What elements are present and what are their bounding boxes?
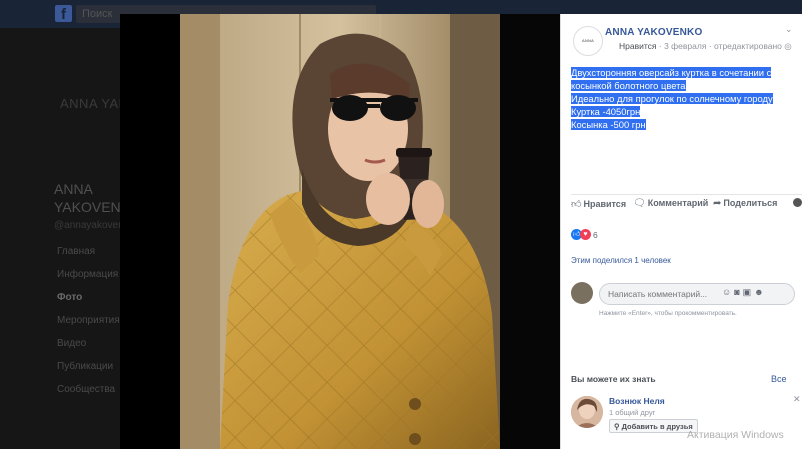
post-edited[interactable]: отредактировано: [714, 41, 782, 51]
comment-button[interactable]: 🗨︎ Комментарий: [633, 198, 708, 209]
share-button-label: Поделиться: [723, 198, 778, 208]
post-meta: Нравится · 3 февраля · отредактировано ◎: [619, 41, 792, 52]
background-nav-item: Сообщества: [57, 384, 116, 395]
share-arrow-icon: ➦: [713, 198, 722, 209]
add-friend-label: Добавить в друзья: [621, 421, 693, 431]
background-nav-item: Фото: [57, 292, 83, 303]
background-nav-item: Главная: [57, 246, 96, 257]
post-text-line: косынкой болотного цвета: [571, 80, 686, 91]
facebook-logo-icon: f: [55, 5, 72, 23]
page-avatar[interactable]: ANNA YAKOVENKO: [573, 26, 603, 71]
background-page-name: ANNA YAKOVENKO: [54, 181, 141, 215]
user-avatar[interactable]: [571, 282, 593, 304]
suggestions-title: Вы можете их знать: [571, 374, 656, 384]
shares-link[interactable]: Этим поделился 1 человек: [571, 256, 671, 265]
background-nav-item: Мероприятия: [57, 315, 120, 326]
friend-avatar[interactable]: [571, 396, 603, 428]
background-nav-item: Информация: [57, 269, 119, 280]
reactions-count: 6: [593, 229, 598, 240]
comment-tools: ☺◙▣☻: [722, 287, 767, 298]
background-nav-item: Публикации: [57, 361, 114, 372]
friend-avatar-image: [571, 396, 603, 428]
comment-bubble-icon: 🗨︎: [633, 198, 646, 209]
add-friend-button[interactable]: ⚲ Добавить в друзья: [609, 419, 698, 433]
see-all-link[interactable]: Все: [771, 374, 787, 384]
background-nav-item: Видео: [57, 338, 87, 349]
post-actions-bar: 👍︎ Нравится 🗨︎ Комментарий ➦ Поделиться: [571, 194, 802, 212]
comment-hint: Нажмите «Enter», чтобы прокомментировать…: [599, 310, 737, 317]
page: f Поиск ANNA YAKOVENKO ANNA YAKOVENKO @a…: [0, 0, 802, 449]
share-button[interactable]: ➦ Поделиться: [713, 198, 777, 209]
friend-name-link[interactable]: Вознюк Неля: [609, 396, 665, 406]
like-button[interactable]: 👍︎ Нравится: [571, 198, 626, 210]
background-nav: Главная Информация Фото Мероприятия Виде…: [57, 246, 120, 407]
sticker-icon[interactable]: ☻: [754, 287, 766, 297]
comment-button-label: Комментарий: [647, 198, 709, 208]
page-name-link[interactable]: ANNA YAKOVENKO: [605, 27, 702, 38]
post-photo[interactable]: [180, 14, 500, 449]
emoji-icon[interactable]: ☺: [722, 287, 734, 297]
like-button-label: Нравится: [583, 199, 627, 209]
post-text-line: Идеально для прогулок по солнечному горо…: [571, 93, 773, 104]
viewer-right-dark-strip: [500, 14, 560, 449]
post-text-line: Двухсторонняя оверсайз куртка в сочетани…: [571, 67, 772, 78]
globe-icon: ◎: [784, 41, 792, 51]
scrollbar-handle[interactable]: [793, 198, 802, 207]
windows-activation-watermark: Активация Windows: [687, 429, 784, 441]
photo-illustration: [180, 14, 500, 449]
reactions-summary[interactable]: 👍︎ ♥ 6: [571, 226, 598, 241]
close-icon[interactable]: ✕: [793, 394, 801, 405]
gif-icon[interactable]: ▣: [743, 287, 755, 297]
love-reaction-icon: ♥: [580, 229, 591, 241]
add-friend-icon: ⚲: [614, 421, 622, 431]
post-date[interactable]: 3 февраля: [664, 41, 706, 51]
thumbs-up-icon: 👍︎: [571, 199, 582, 210]
post-text-line: Куртка -4050грн: [571, 106, 641, 117]
mutual-friends[interactable]: 1 общий друг: [609, 408, 655, 417]
camera-icon[interactable]: ◙: [734, 287, 742, 297]
post-text-line: Косынка -500 грн: [571, 119, 646, 130]
post-text: Двухсторонняя оверсайз куртка в сочетани…: [571, 66, 796, 131]
post-options-chevron-icon[interactable]: ⌄: [785, 24, 793, 35]
comment-composer: ☺◙▣☻ Нажмите «Enter», чтобы прокомментир…: [571, 282, 802, 326]
post-side-panel: ANNA YAKOVENKO ANNA YAKOVENKO Нравится ·…: [560, 14, 802, 449]
like-page-link[interactable]: Нравится: [619, 41, 657, 51]
